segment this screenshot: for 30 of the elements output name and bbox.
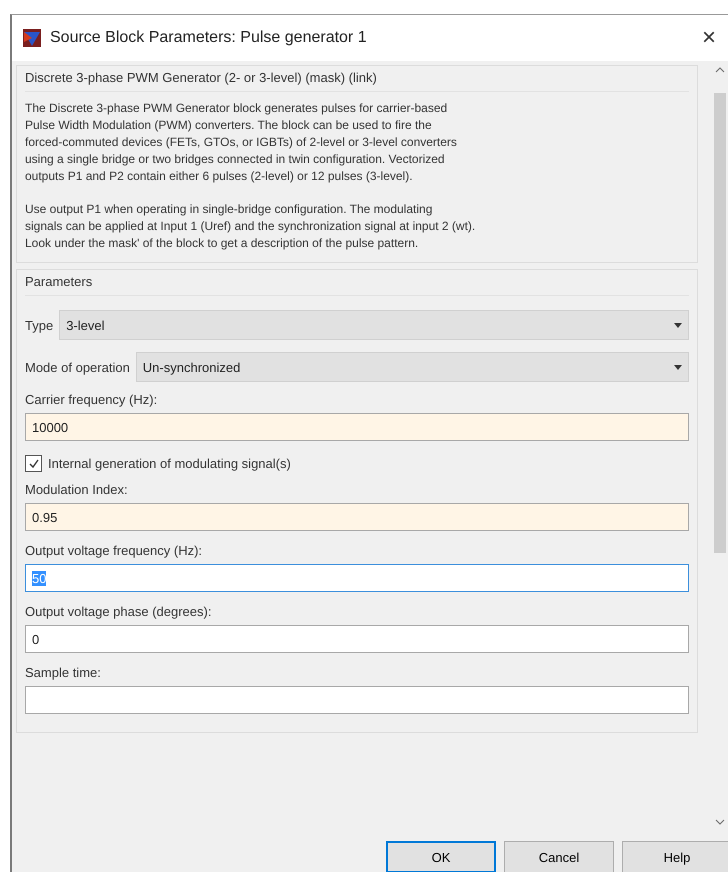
input-field[interactable]: [25, 686, 689, 714]
window-title: Source Block Parameters: Pulse generator 1: [50, 29, 368, 47]
field-label: Modulation Index:: [25, 482, 129, 497]
field-label: Output voltage phase (degrees):: [25, 604, 212, 619]
field-label: Sample time:: [25, 665, 102, 680]
caret-icon: [674, 364, 682, 370]
input-field[interactable]: 0: [25, 625, 689, 653]
scroll-down-icon[interactable]: [715, 819, 725, 825]
checkbox-label: Internal generation of modulating signal(s): [48, 456, 291, 471]
field-label: Carrier frequency (Hz):: [25, 392, 158, 407]
field-label: Mode of operation: [25, 360, 130, 374]
caret-icon: [674, 322, 682, 328]
dropdown[interactable]: Un-synchronized: [136, 352, 689, 382]
scroll-up-icon[interactable]: [715, 67, 725, 73]
description-text: The Discrete 3-phase PWM Generator block generates pulses for carrier-based Pulse Width Modulation (PWM) converters. The block can be used to fire the forced-commuted devices (FETs, GTOs, or IGBTs) of 2-level or 3-level converters using a single bridge or two bridges connected in twin configuration. Vectorized outputs P1 and P2 contain either 6 pulses (2-level) or 12 pulses (3-level).: [25, 100, 458, 185]
mask-title: Discrete 3-phase PWM Generator (2- or 3-level) (mask) (link): [25, 70, 689, 92]
parameters-title: Parameters: [25, 274, 689, 296]
dropdown[interactable]: 3-level: [59, 310, 689, 340]
dialog-button[interactable]: OK: [386, 841, 496, 872]
checkbox[interactable]: [25, 455, 42, 472]
dialog-button[interactable]: Cancel: [504, 841, 614, 872]
input-field[interactable]: 0.95: [25, 503, 689, 531]
dialog-button[interactable]: Help: [622, 841, 728, 872]
field-label: Output voltage frequency (Hz):: [25, 543, 204, 558]
field-label: Type: [25, 318, 54, 332]
close-button[interactable]: ×: [698, 24, 720, 52]
app-logo-icon: [22, 28, 42, 48]
input-field[interactable]: 10000: [25, 413, 689, 441]
checkmark-icon: [28, 458, 40, 470]
description-text: Use output P1 when operating in single-bridge configuration. The modulating signals can be applied at Input 1 (Uref) and the synchronization signal at input 2 (wt). Look under the mask' of the block to get a description of the pulse pattern.: [25, 201, 476, 252]
